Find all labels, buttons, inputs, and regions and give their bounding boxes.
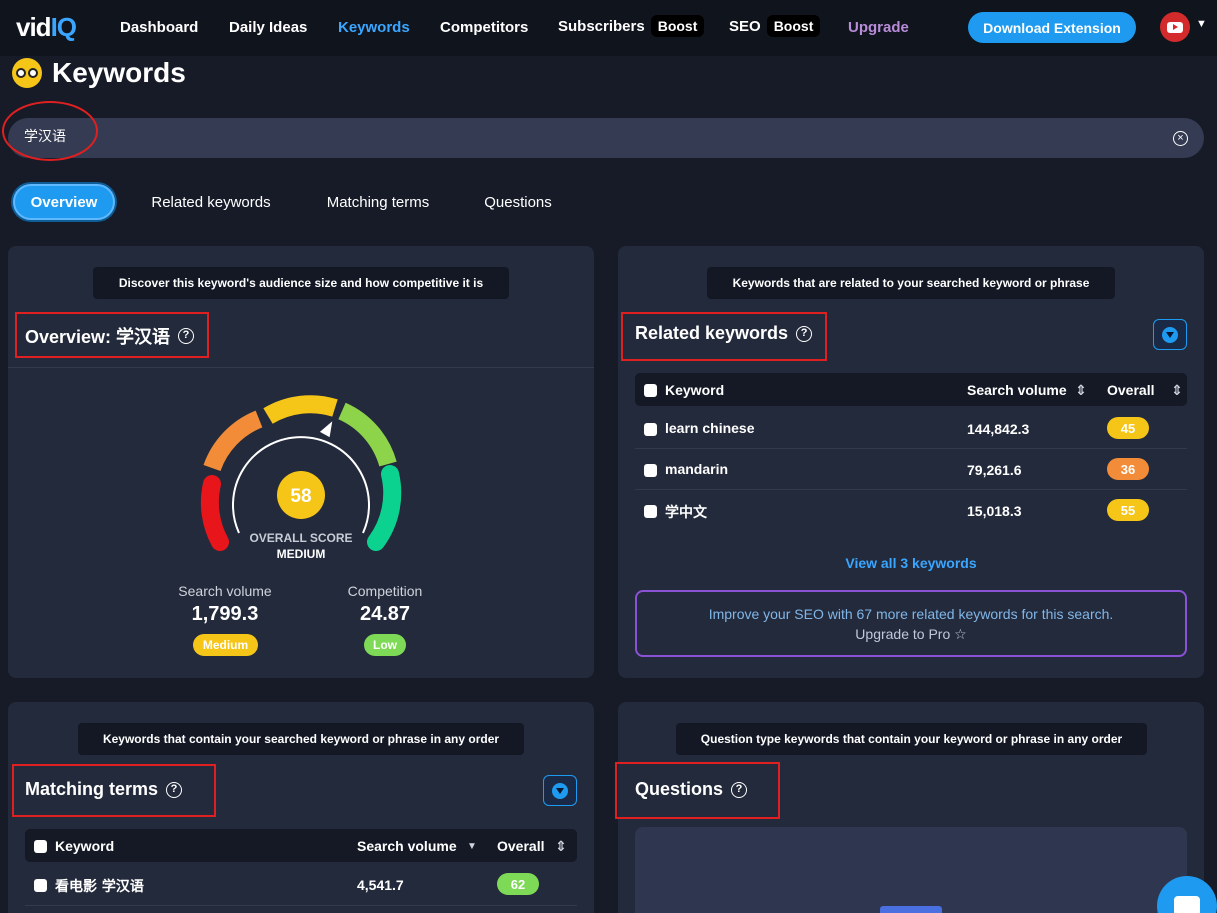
owl-eye-left [16,68,26,78]
related-table-header: Keyword Search volume ⇕ Overall ⇕ [635,373,1187,406]
table-row-volume: 79,261.6 [967,462,1022,478]
row-divider [25,905,577,906]
keyword-search-bar: × [8,118,1204,158]
nav-daily-ideas[interactable]: Daily Ideas [229,19,307,36]
boost-badge: Boost [650,15,705,37]
row-divider [635,448,1187,449]
search-volume-badge: Medium [193,634,258,656]
vidiq-logo[interactable]: vidIQ [16,12,77,43]
row-checkbox[interactable] [644,505,657,518]
sort-icon[interactable]: ⇕ [555,838,567,855]
table-row-keyword[interactable]: 看电影 学汉语 [55,876,144,896]
nav-subscribers-label: Subscribers [558,18,645,35]
questions-locked-area [635,827,1187,913]
questions-hint: Question type keywords that contain your… [676,723,1147,755]
sort-desc-icon[interactable]: ▼ [467,841,477,852]
sort-icon[interactable]: ⇕ [1171,382,1183,399]
logo-text-left: vid [16,12,52,42]
row-checkbox[interactable] [34,879,47,892]
sort-icon[interactable]: ⇕ [1075,382,1087,399]
clear-search-icon[interactable]: × [1173,131,1188,146]
overall-score-pill: 45 [1107,417,1149,439]
tab-overview[interactable]: Overview [13,184,115,220]
col-overall[interactable]: Overall [1107,382,1154,398]
col-keyword[interactable]: Keyword [55,838,114,854]
score-label: OVERALL SCORE [249,531,353,545]
table-row-volume: 15,018.3 [967,503,1022,519]
table-row-volume: 144,842.3 [967,421,1030,437]
annotation-highlight [2,101,98,161]
col-keyword[interactable]: Keyword [665,382,724,398]
overall-score-pill: 55 [1107,499,1149,521]
table-row-keyword[interactable]: mandarin [665,461,728,477]
upgrade-banner-text: Improve your SEO with 67 more related ke… [708,606,1114,622]
competition-badge: Low [364,634,406,656]
nav-competitors[interactable]: Competitors [440,19,528,36]
overall-score-pill: 36 [1107,458,1149,480]
annotation-box [621,312,827,361]
table-row-keyword[interactable]: 学中文 [665,502,707,522]
upgrade-to-pro-link[interactable]: Upgrade to Pro ☆ [637,624,1185,644]
related-hint: Keywords that are related to your search… [707,267,1115,299]
competition-label: Competition [347,583,423,599]
matching-download-button[interactable] [543,775,577,806]
score-level: MEDIUM [276,547,326,561]
gauge-segment-yellow [263,395,338,424]
download-icon [552,782,568,799]
select-all-checkbox[interactable] [34,840,47,853]
related-download-button[interactable] [1153,319,1187,350]
nav-seo[interactable]: SEO Boost [729,15,821,37]
col-search-volume[interactable]: Search volume [357,838,457,854]
play-icon [1167,21,1183,33]
page-title: Keywords [52,57,186,88]
matching-hint: Keywords that contain your searched keyw… [78,723,524,755]
overview-hint: Discover this keyword's audience size an… [93,267,509,299]
owl-eye-right [28,68,38,78]
gauge-needle-icon [318,418,334,439]
matching-table-header: Keyword Search volume ▼ Overall ⇕ [25,829,577,862]
score-value: 58 [290,486,311,507]
tab-questions[interactable]: Questions [472,184,564,220]
col-overall[interactable]: Overall [497,838,544,854]
chevron-down-icon[interactable]: ▼ [1196,18,1207,30]
annotation-box [15,312,209,358]
page-header: Keywords [12,57,186,89]
tab-related-keywords[interactable]: Related keywords [140,184,282,220]
boost-badge: Boost [766,15,821,37]
view-all-keywords-link[interactable]: View all 3 keywords [620,555,1202,571]
upgrade-banner[interactable]: Improve your SEO with 67 more related ke… [635,590,1187,657]
annotation-box [615,762,780,819]
search-volume-value: 1,799.3 [191,603,259,625]
youtube-icon[interactable] [1160,12,1190,42]
annotation-box [12,764,216,817]
table-row-keyword[interactable]: learn chinese [665,420,755,436]
top-nav: vidIQ Dashboard Daily Ideas Keywords Com… [0,0,1217,56]
gauge-segment-orange [203,410,263,472]
overall-score-pill: 62 [497,873,539,895]
locked-illustration [880,906,942,913]
keyword-search-input[interactable] [24,128,1124,144]
download-icon [1162,326,1178,343]
row-divider [635,489,1187,490]
row-checkbox[interactable] [644,423,657,436]
search-volume-label: Search volume [178,583,272,599]
download-extension-button[interactable]: Download Extension [968,12,1136,43]
overview-divider [8,367,594,368]
nav-keywords[interactable]: Keywords [338,19,410,36]
col-search-volume[interactable]: Search volume [967,382,1067,398]
nav-upgrade[interactable]: Upgrade [848,19,909,36]
nav-subscribers[interactable]: Subscribers Boost [558,15,705,37]
logo-text-right: IQ [50,12,77,42]
competition-value: 24.87 [359,603,411,625]
tab-matching-terms[interactable]: Matching terms [314,184,442,220]
nav-dashboard[interactable]: Dashboard [120,19,198,36]
owl-icon [12,58,42,88]
select-all-checkbox[interactable] [644,384,657,397]
table-row-volume: 4,541.7 [357,877,404,893]
nav-seo-label: SEO [729,18,761,35]
row-checkbox[interactable] [644,464,657,477]
